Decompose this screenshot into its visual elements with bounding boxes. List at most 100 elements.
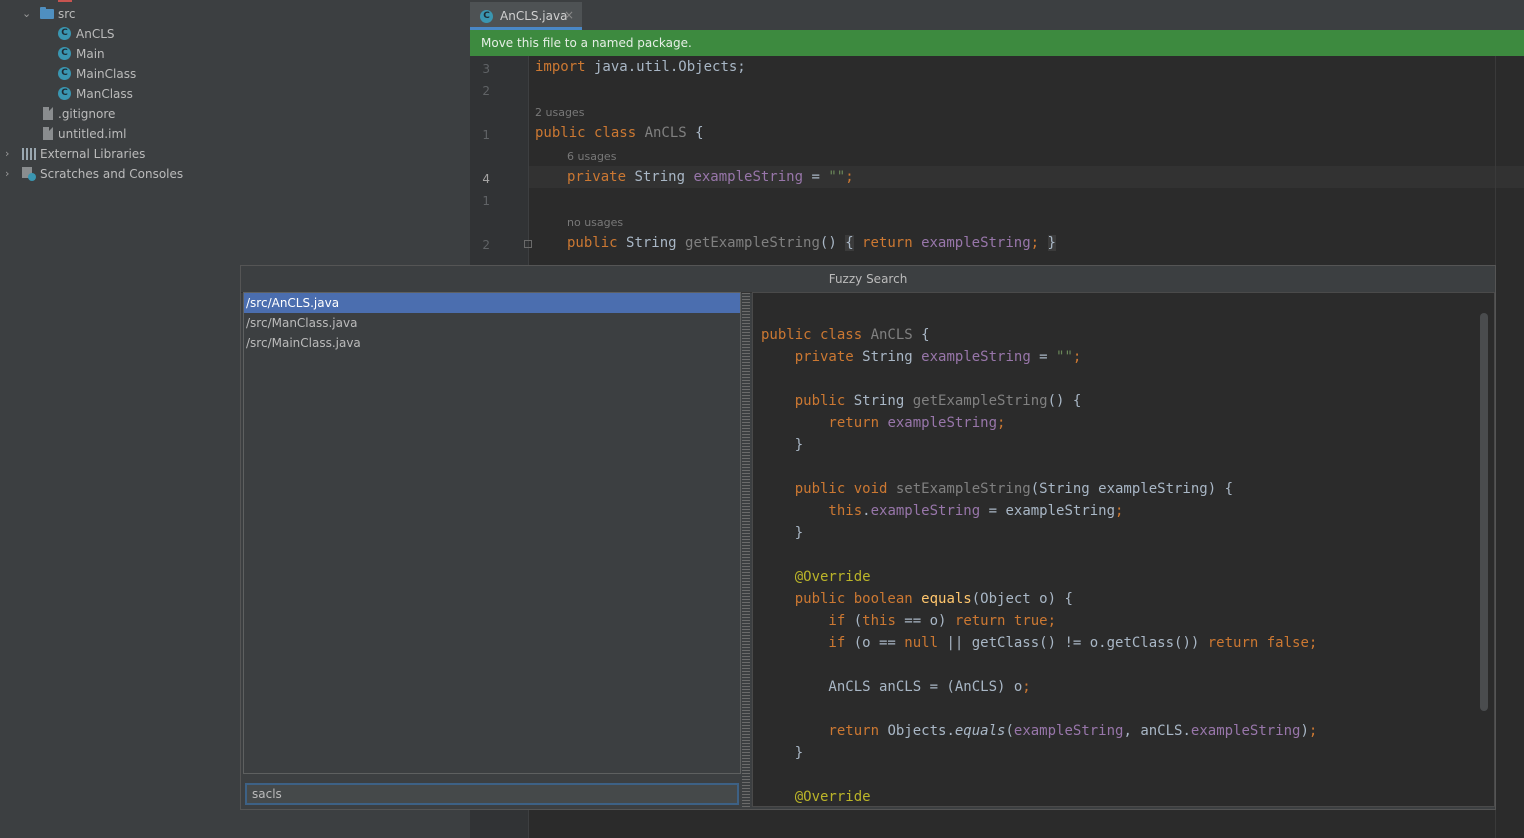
editor-tab-bar: C AnCLS.java × — [470, 0, 1524, 30]
code-text: ; — [1308, 723, 1318, 739]
class-name: AnCLS — [644, 125, 687, 141]
tree-item-manclass[interactable]: C ManClass — [0, 84, 470, 104]
code-text: . — [862, 503, 871, 519]
code-text: () { — [1047, 393, 1082, 409]
close-icon[interactable]: × — [564, 8, 574, 22]
splitter-handle[interactable] — [742, 292, 750, 807]
preview-line: } — [761, 745, 804, 761]
field-name: exampleString — [1190, 723, 1301, 739]
tree-item-iml[interactable]: untitled.iml — [0, 124, 470, 144]
fuzzy-search-dialog: Fuzzy Search /src/AnCLS.java /src/ManCla… — [240, 265, 1496, 810]
tab-label: AnCLS.java — [500, 9, 568, 23]
tree-item-main[interactable]: C Main — [0, 44, 470, 64]
preview-line: AnCLS anCLS = (AnCLS) o; — [761, 679, 1031, 695]
usages-hint[interactable]: 6 usages — [567, 150, 616, 163]
code-text: ; — [1022, 679, 1031, 695]
keyword: public class — [761, 327, 871, 343]
keyword: return — [761, 723, 888, 739]
result-item[interactable]: /src/AnCLS.java — [244, 293, 740, 313]
code-line-getter: public String getExampleString() { retur… — [567, 235, 1056, 251]
tree-label: Scratches and Consoles — [40, 167, 184, 181]
banner-text: Move this file to a named package. — [481, 36, 692, 50]
keyword: if — [761, 635, 854, 651]
preview-line: if (this == o) return true; — [761, 613, 1056, 629]
code-text: = — [803, 169, 829, 185]
preview-line: } — [761, 525, 804, 541]
usages-hint[interactable]: 2 usages — [535, 106, 584, 119]
keyword: public void — [761, 481, 896, 497]
result-item[interactable]: /src/MainClass.java — [244, 333, 740, 353]
code-text: } — [1047, 235, 1056, 251]
keyword: private — [567, 169, 635, 185]
method-name: getExampleString — [685, 235, 820, 251]
code-text: || getClass() != o.getClass()) — [938, 635, 1208, 651]
field-name: exampleString — [921, 349, 1031, 365]
code-line-import: import java.util.Objects; — [535, 59, 746, 75]
file-preview[interactable]: public class AnCLS { private String exam… — [752, 292, 1495, 807]
tree-item-external-libraries[interactable]: › External Libraries — [0, 144, 470, 164]
results-list[interactable]: /src/AnCLS.java /src/ManClass.java /src/… — [243, 292, 741, 774]
preview-line: @Override — [761, 569, 871, 585]
preview-line: return Objects.equals(exampleString, anC… — [761, 723, 1317, 739]
preview-line: public class AnCLS { — [761, 327, 930, 343]
folder-icon — [40, 7, 54, 19]
field-name: exampleString — [887, 415, 998, 431]
chevron-right-icon[interactable]: › — [5, 164, 9, 184]
code-line-field: private String exampleString = ""; — [567, 169, 854, 185]
code-text: ; — [1115, 503, 1124, 519]
preview-scrollbar[interactable] — [1480, 313, 1488, 711]
chevron-down-icon[interactable]: ⌄ — [22, 4, 31, 24]
method-name: equals — [954, 723, 1006, 739]
method-name: equals — [921, 591, 972, 607]
code-text: AnCLS anCLS = (AnCLS) o — [761, 679, 1023, 695]
tree-item-scratches[interactable]: › Scratches and Consoles — [0, 164, 470, 184]
dialog-title[interactable]: Fuzzy Search — [241, 266, 1495, 293]
tree-item-ancls[interactable]: C AnCLS — [0, 24, 470, 44]
type: String — [626, 235, 686, 251]
tree-label: AnCLS — [76, 27, 115, 41]
result-item[interactable]: /src/ManClass.java — [244, 313, 740, 333]
code-text: (String exampleString) { — [1030, 481, 1234, 497]
tab-ancls-java[interactable]: C AnCLS.java × — [470, 2, 582, 30]
keyword: if — [761, 613, 854, 629]
code-text: (o == — [853, 635, 905, 651]
tree-label: ManClass — [76, 87, 133, 101]
usages-hint[interactable]: no usages — [567, 216, 623, 229]
code-line-class: public class AnCLS { — [535, 125, 704, 141]
string-literal: "" — [1056, 349, 1073, 365]
class-icon: C — [58, 67, 71, 80]
preview-line: public String getExampleString() { — [761, 393, 1082, 409]
line-number: 3 — [482, 62, 490, 76]
code-text: == o) — [895, 613, 955, 629]
line-number: 2 — [482, 238, 490, 252]
code-text: ( — [853, 613, 863, 629]
tree-folder-src[interactable]: ⌄ src — [0, 4, 470, 24]
package-warning-banner: Move this file to a named package. — [470, 30, 1524, 56]
library-icon — [22, 148, 36, 160]
tree-item-mainclass[interactable]: C MainClass — [0, 64, 470, 84]
search-input[interactable] — [245, 783, 739, 805]
code-text: (Object o) { — [971, 591, 1073, 607]
line-number: 4 — [482, 172, 490, 186]
method-name: getExampleString — [912, 393, 1048, 409]
code-text: ; — [1030, 235, 1048, 251]
method-name: setExampleString — [895, 481, 1031, 497]
code-text: ; — [845, 169, 854, 185]
keyword: private — [761, 349, 863, 365]
tree-label: untitled.iml — [58, 127, 127, 141]
keyword: return — [853, 235, 922, 251]
import-path: java.util.Objects; — [585, 59, 746, 75]
tree-label: MainClass — [76, 67, 137, 81]
tree-label: External Libraries — [40, 147, 146, 161]
scratches-icon — [22, 167, 36, 181]
chevron-right-icon[interactable]: › — [5, 144, 9, 164]
keyword: this — [761, 503, 863, 519]
keyword: return true; — [954, 613, 1057, 629]
line-number: 2 — [482, 84, 490, 98]
code-text: () — [819, 235, 846, 251]
code-text: ( — [1005, 723, 1014, 739]
preview-line: } — [761, 437, 804, 453]
class-icon: C — [58, 47, 71, 60]
field-name: exampleString — [693, 169, 804, 185]
tree-item-gitignore[interactable]: .gitignore — [0, 104, 470, 124]
